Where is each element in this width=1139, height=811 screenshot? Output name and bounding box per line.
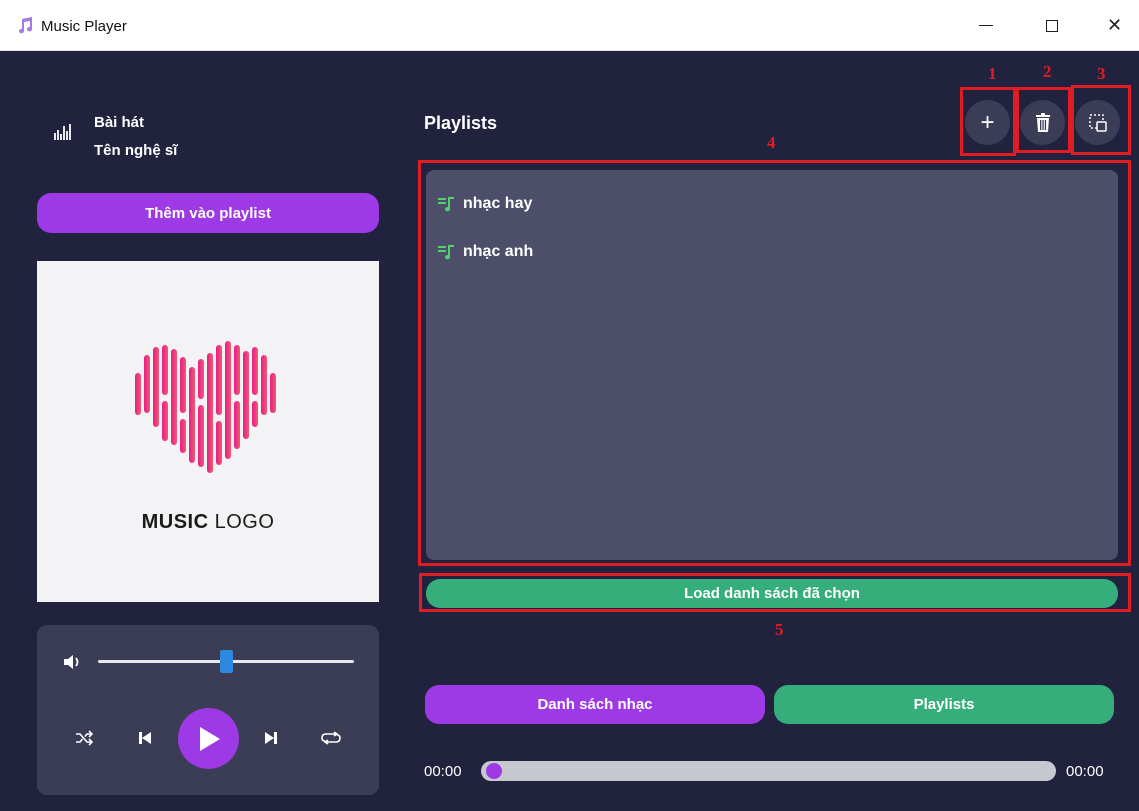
add-to-playlist-button[interactable]: Thêm vào playlist	[37, 193, 379, 233]
annotation-box-4	[418, 160, 1131, 566]
annotation-box-5	[419, 573, 1131, 612]
shuffle-button[interactable]	[73, 726, 97, 750]
close-button[interactable]: ✕	[1090, 0, 1139, 51]
album-cover: MUSIC LOGO	[37, 261, 379, 602]
annotation-box-2	[1016, 87, 1071, 153]
progress-bar-thumb[interactable]	[486, 763, 502, 779]
close-icon: ✕	[1106, 15, 1123, 35]
artist-name: Tên nghệ sĩ	[94, 142, 178, 159]
maximize-icon	[1046, 19, 1058, 32]
song-title: Bài hát	[94, 114, 145, 131]
next-button[interactable]	[259, 726, 283, 750]
tab-playlists[interactable]: Playlists	[774, 685, 1114, 724]
repeat-button[interactable]	[319, 726, 343, 750]
playlists-heading: Playlists	[424, 113, 498, 133]
previous-button[interactable]	[133, 726, 157, 750]
volume-slider-thumb[interactable]	[219, 650, 233, 673]
annotation-label-5: 5	[775, 620, 784, 639]
repeat-icon	[321, 731, 341, 745]
next-icon	[265, 732, 277, 744]
annotation-box-1	[960, 87, 1016, 156]
tab-song-list[interactable]: Danh sách nhạc	[425, 685, 765, 724]
music-note-icon	[16, 16, 34, 34]
current-time: 00:00	[424, 763, 462, 780]
annotation-box-3	[1071, 85, 1131, 155]
annotation-label-4: 4	[767, 133, 776, 152]
window-title: Music Player	[41, 18, 127, 35]
annotation-label-1: 1	[988, 64, 997, 83]
title-bar: Music Player ✕	[0, 0, 1139, 51]
music-logo-heart	[135, 341, 276, 473]
previous-icon	[139, 732, 151, 744]
annotation-label-2: 2	[1043, 62, 1052, 81]
annotation-label-3: 3	[1097, 64, 1106, 83]
progress-bar-track[interactable]	[481, 761, 1056, 781]
minimize-button[interactable]	[958, 0, 1014, 51]
play-icon	[199, 726, 220, 751]
equalizer-icon	[54, 122, 72, 140]
maximize-button[interactable]	[1024, 0, 1080, 51]
player-controls	[37, 625, 379, 795]
total-time: 00:00	[1066, 763, 1104, 780]
logo-text: MUSIC LOGO	[141, 511, 275, 533]
play-button[interactable]	[178, 708, 239, 769]
shuffle-icon	[76, 730, 94, 746]
minimize-icon	[979, 25, 993, 26]
volume-icon[interactable]	[63, 653, 85, 676]
